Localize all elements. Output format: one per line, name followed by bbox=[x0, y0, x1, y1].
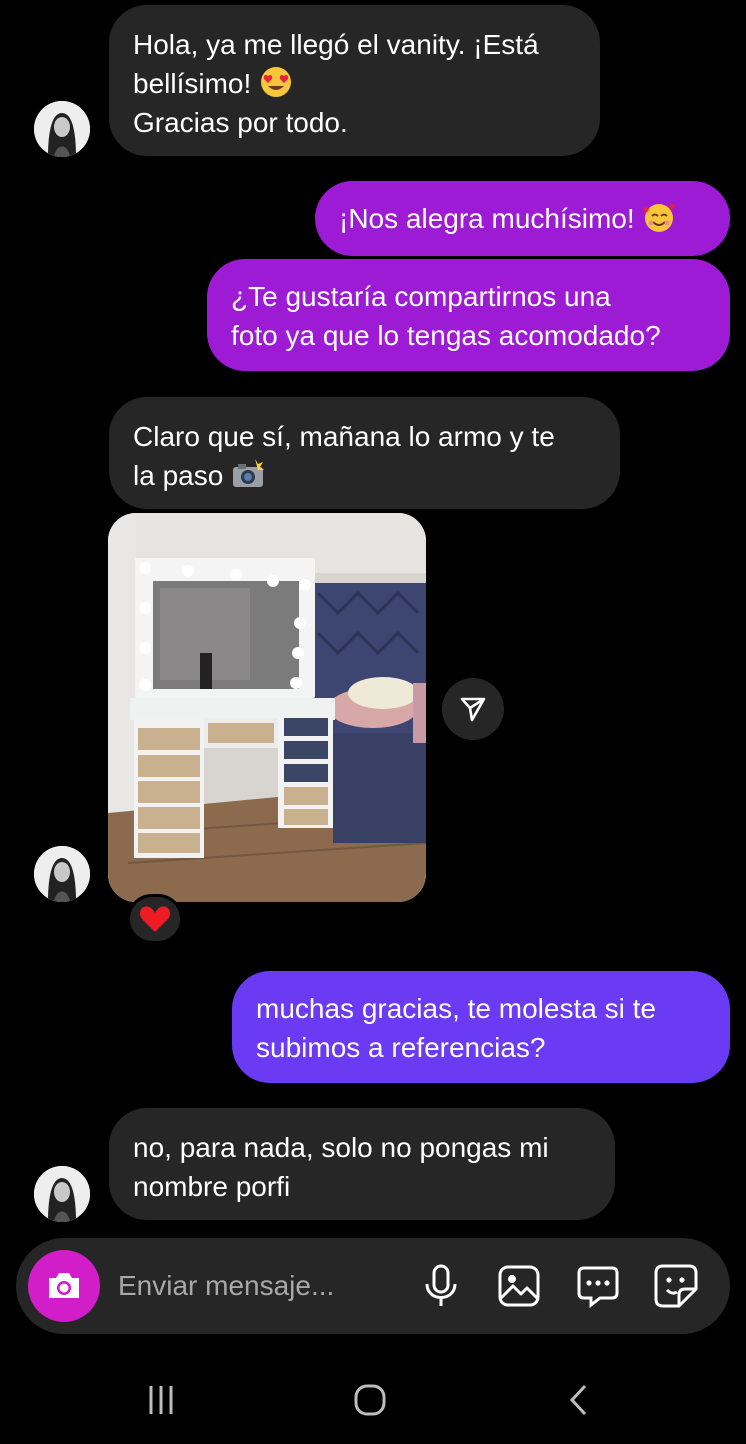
message-text: foto ya que lo tengas acomodado? bbox=[231, 320, 661, 351]
send-icon bbox=[460, 697, 486, 722]
more-options-button[interactable] bbox=[574, 1262, 622, 1310]
heart-reaction[interactable] bbox=[127, 894, 183, 944]
shared-photo[interactable] bbox=[108, 513, 426, 902]
message-input[interactable]: Enviar mensaje... bbox=[118, 1268, 334, 1304]
message-text: ¿Te gustaría compartirnos una bbox=[231, 281, 611, 312]
vanity-photo bbox=[108, 513, 426, 902]
avatar-photo bbox=[34, 1166, 90, 1222]
back-button[interactable] bbox=[555, 1376, 603, 1424]
contact-avatar[interactable] bbox=[34, 1166, 90, 1222]
message-bubble-incoming[interactable]: no, para nada, solo no pongas mi nombre … bbox=[109, 1108, 615, 1220]
message-bubble-outgoing[interactable]: muchas gracias, te molesta si te subimos… bbox=[232, 971, 730, 1083]
contact-avatar[interactable] bbox=[34, 846, 90, 902]
camera-button[interactable] bbox=[28, 1250, 100, 1322]
sticker-icon bbox=[654, 1264, 698, 1308]
microphone-icon bbox=[425, 1264, 457, 1306]
microphone-button[interactable] bbox=[417, 1262, 465, 1310]
recent-apps-button[interactable] bbox=[137, 1376, 185, 1424]
back-icon bbox=[569, 1384, 587, 1416]
sticker-button[interactable] bbox=[652, 1262, 700, 1310]
system-navigation-bar bbox=[0, 1360, 746, 1444]
message-text: nombre porfi bbox=[133, 1171, 291, 1202]
message-bubble-incoming[interactable]: Hola, ya me llegó el vanity. ¡Está bellí… bbox=[109, 5, 600, 156]
message-composer: Enviar mensaje... bbox=[16, 1238, 730, 1334]
smiling-face-with-hearts-emoji bbox=[643, 204, 676, 232]
message-text: la paso bbox=[133, 460, 224, 491]
message-text: bellísimo! bbox=[133, 68, 252, 99]
recent-apps-icon bbox=[149, 1386, 173, 1414]
share-button[interactable] bbox=[442, 678, 504, 740]
home-icon bbox=[354, 1384, 386, 1416]
message-text: ¡Nos alegra muchísimo! bbox=[339, 203, 635, 234]
camera-icon bbox=[49, 1273, 79, 1298]
avatar-photo bbox=[34, 101, 90, 157]
message-text: Gracias por todo. bbox=[133, 107, 348, 138]
avatar-photo bbox=[34, 846, 90, 902]
message-bubble-outgoing[interactable]: ¿Te gustaría compartirnos una foto ya qu… bbox=[207, 259, 730, 371]
gallery-button[interactable] bbox=[495, 1262, 543, 1310]
message-text: muchas gracias, te molesta si te bbox=[256, 993, 656, 1024]
message-text: subimos a referencias? bbox=[256, 1032, 546, 1063]
image-icon bbox=[498, 1265, 540, 1307]
message-bubble-incoming[interactable]: Claro que sí, mañana lo armo y te la pas… bbox=[109, 397, 620, 509]
heart-eyes-emoji bbox=[261, 67, 292, 97]
heart-icon bbox=[139, 906, 171, 932]
chat-dots-icon bbox=[577, 1266, 619, 1308]
contact-avatar[interactable] bbox=[34, 101, 90, 157]
message-text: Hola, ya me llegó el vanity. ¡Está bbox=[133, 29, 539, 60]
home-button[interactable] bbox=[346, 1376, 394, 1424]
camera-with-flash-emoji bbox=[233, 459, 265, 487]
message-text: no, para nada, solo no pongas mi bbox=[133, 1132, 549, 1163]
message-bubble-outgoing[interactable]: ¡Nos alegra muchísimo! bbox=[315, 181, 730, 256]
message-text: Claro que sí, mañana lo armo y te bbox=[133, 421, 555, 452]
